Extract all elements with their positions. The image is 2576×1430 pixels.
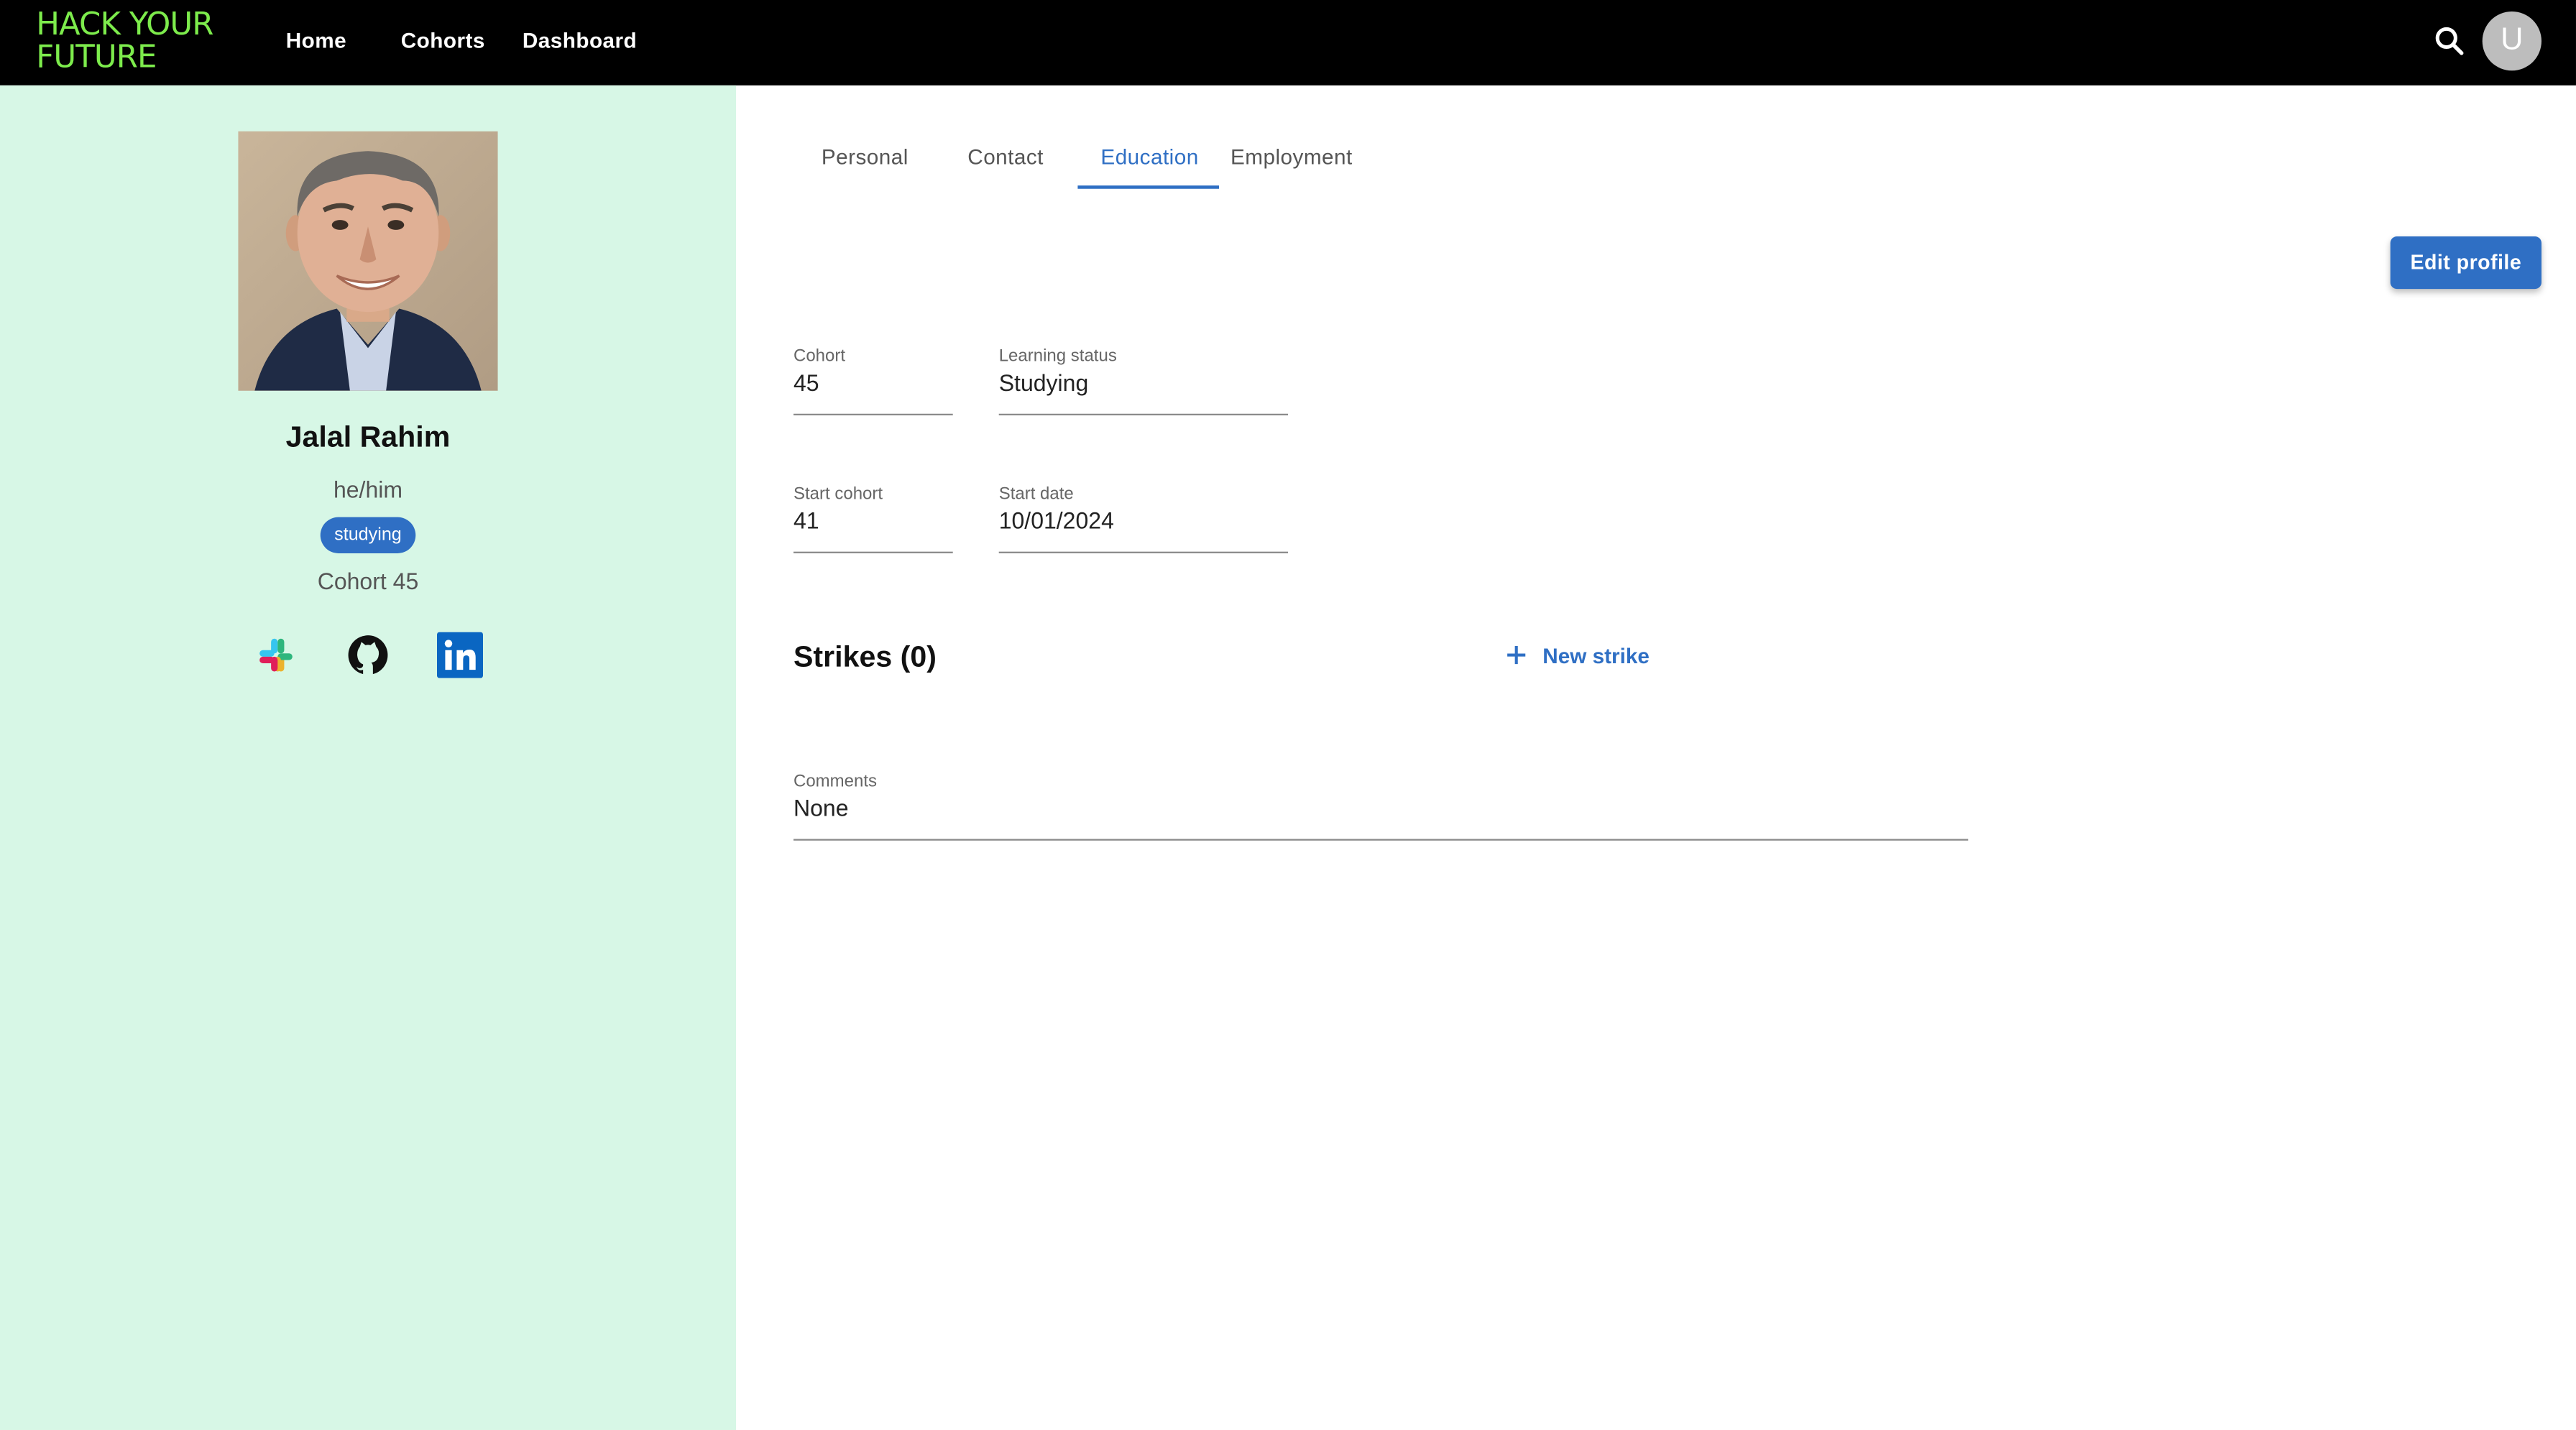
new-strike-label: New strike	[1542, 642, 1650, 668]
field-underline	[793, 551, 953, 553]
start-date-value: 10/01/2024	[998, 507, 1114, 534]
learning-status-value: Studying	[998, 369, 1089, 396]
tab-personal[interactable]: Personal	[822, 144, 908, 169]
tab-education[interactable]: Education	[1100, 144, 1198, 169]
profile-pronouns: he/him	[333, 476, 403, 503]
field-underline	[793, 839, 1969, 841]
status-badge: studying	[320, 517, 416, 553]
nav-home[interactable]: Home	[286, 28, 346, 52]
start-date-label: Start date	[998, 484, 1074, 504]
nav-cohorts[interactable]: Cohorts	[401, 28, 485, 52]
top-bar: HACK YOUR FUTURE Home Cohorts Dashboard …	[0, 0, 2576, 86]
profile-photo	[238, 131, 498, 391]
logo-line-1: HACK YOUR	[36, 6, 213, 43]
active-tab-indicator	[1077, 185, 1219, 189]
logo-line-2: FUTURE	[36, 39, 157, 76]
hyf-logo[interactable]: HACK YOUR FUTURE	[36, 8, 213, 73]
edit-profile-button[interactable]: Edit profile	[2390, 236, 2542, 290]
learning-status-field[interactable]: Learning status Studying	[998, 346, 1288, 416]
profile-name: Jalal Rahim	[285, 420, 451, 453]
nav-dashboard[interactable]: Dashboard	[523, 28, 637, 52]
linkedin-icon[interactable]	[436, 632, 483, 678]
github-icon[interactable]	[345, 632, 391, 678]
user-avatar[interactable]: U	[2482, 11, 2542, 71]
strikes-heading: Strikes (0)	[793, 640, 937, 673]
learning-status-label: Learning status	[998, 346, 1117, 366]
tab-employment[interactable]: Employment	[1230, 144, 1353, 169]
field-underline	[793, 413, 953, 416]
field-underline	[998, 551, 1288, 553]
slack-icon[interactable]	[253, 632, 299, 678]
cohort-value: 45	[793, 369, 819, 396]
cohort-field[interactable]: Cohort 45	[793, 346, 953, 416]
comments-label: Comments	[793, 771, 878, 792]
app-root: HACK YOUR FUTURE Home Cohorts Dashboard …	[0, 0, 2576, 1430]
profile-sidebar: Jalal Rahim he/him studying Cohort 45	[0, 85, 736, 1430]
start-cohort-label: Start cohort	[793, 484, 883, 504]
tab-contact[interactable]: Contact	[967, 144, 1044, 169]
field-underline	[998, 413, 1288, 416]
search-icon[interactable]	[2432, 23, 2467, 59]
start-date-field[interactable]: Start date 10/01/2024	[998, 484, 1288, 553]
cohort-label: Cohort	[793, 346, 846, 366]
start-cohort-value: 41	[793, 507, 819, 534]
plus-icon	[1507, 646, 1526, 665]
comments-value: None	[793, 794, 849, 821]
new-strike-button[interactable]: New strike	[1503, 642, 1650, 668]
comments-field[interactable]: Comments None	[793, 771, 1969, 841]
profile-cohort: Cohort 45	[317, 568, 419, 595]
start-cohort-field[interactable]: Start cohort 41	[793, 484, 953, 553]
